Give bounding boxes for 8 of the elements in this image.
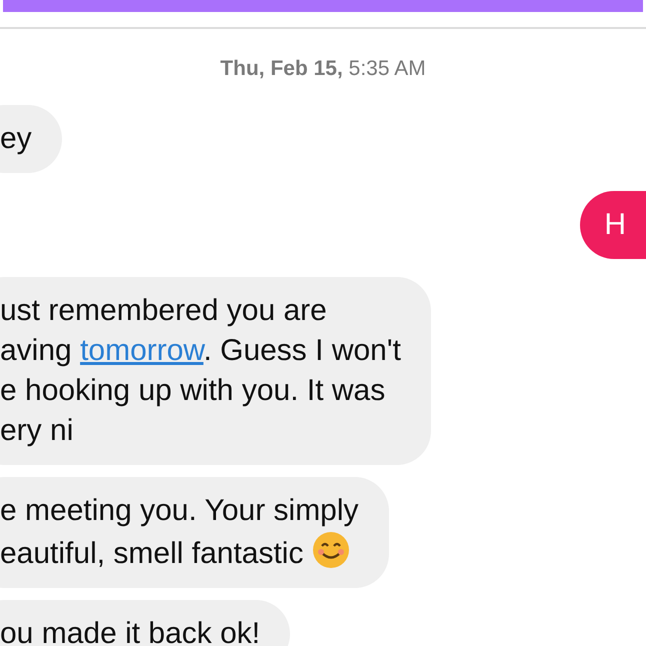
smile-emoji-icon — [312, 531, 350, 569]
link[interactable]: tomorrow — [80, 334, 204, 367]
received-message-bubble: e meeting you. Your simply eautiful, smell fantastic — [0, 477, 389, 588]
sent-message-bubble: H — [580, 191, 646, 259]
received-message-bubble: ust remembered you are aving tomorrow. Guess I won't e hooking up with you. It was ery ni — [0, 277, 431, 465]
received-message-bubble: ey — [0, 105, 62, 173]
date-header: Thu, Feb 15, 5:35 AM — [219, 57, 427, 81]
received-message-bubble: ou made it back ok! — [0, 600, 290, 646]
